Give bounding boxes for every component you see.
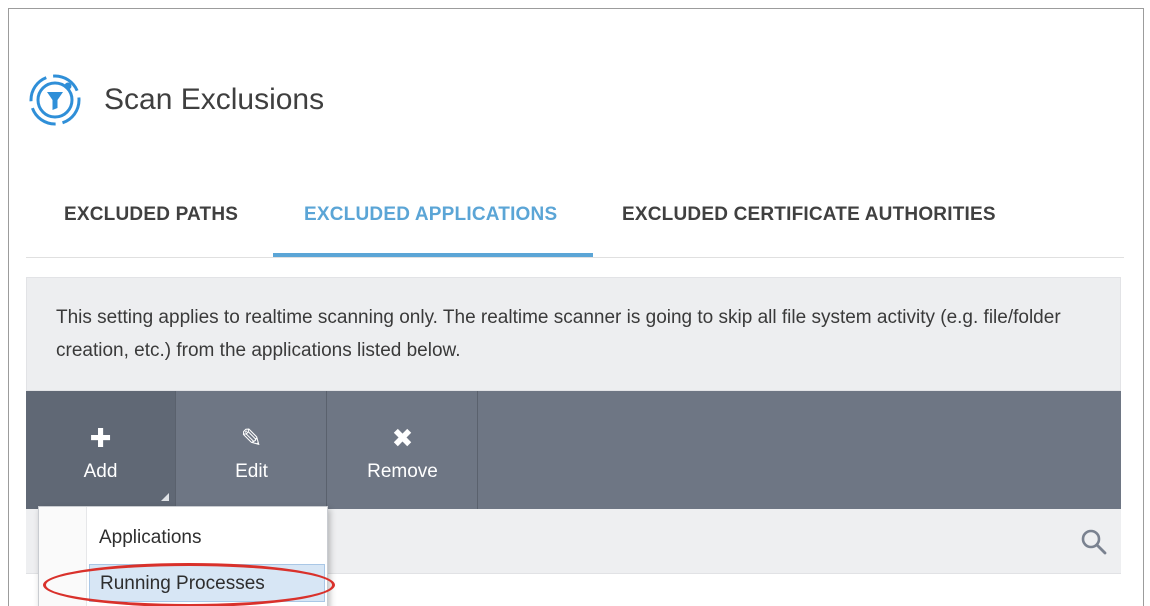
edit-label: Edit [235, 461, 268, 482]
active-tab-indicator [273, 253, 593, 257]
tab-excluded-applications[interactable]: EXCLUDED APPLICATIONS [304, 204, 557, 226]
menu-gutter [39, 507, 87, 606]
filter-target-icon [29, 74, 81, 126]
menu-item-applications[interactable]: Applications [89, 519, 325, 557]
search-icon[interactable] [1079, 527, 1109, 557]
dropdown-arrow-icon [161, 493, 169, 501]
page-title: Scan Exclusions [104, 83, 325, 116]
edit-button[interactable]: ✎ Edit [177, 391, 327, 509]
tab-excluded-certificate-authorities[interactable]: EXCLUDED CERTIFICATE AUTHORITIES [622, 204, 996, 226]
info-panel: This setting applies to realtime scannin… [26, 277, 1121, 391]
add-label: Add [83, 461, 118, 482]
page-header: Scan Exclusions [28, 65, 324, 135]
remove-button[interactable]: ✖ Remove [328, 391, 478, 509]
exclusion-tabs: EXCLUDED PATHS EXCLUDED APPLICATIONS EXC… [26, 190, 1124, 258]
remove-label: Remove [367, 461, 438, 482]
add-dropdown-menu: Applications Running Processes [38, 506, 328, 606]
menu-item-running-processes[interactable]: Running Processes [89, 564, 325, 602]
add-button[interactable]: ✚ Add [26, 391, 176, 509]
info-text: This setting applies to realtime scannin… [56, 307, 1061, 361]
x-icon: ✖ [391, 423, 414, 453]
toolbar: ✚ Add ✎ Edit ✖ Remove [26, 391, 1121, 509]
tab-excluded-paths[interactable]: EXCLUDED PATHS [64, 204, 238, 226]
pencil-icon: ✎ [240, 423, 263, 453]
plus-icon: ✚ [89, 423, 112, 453]
